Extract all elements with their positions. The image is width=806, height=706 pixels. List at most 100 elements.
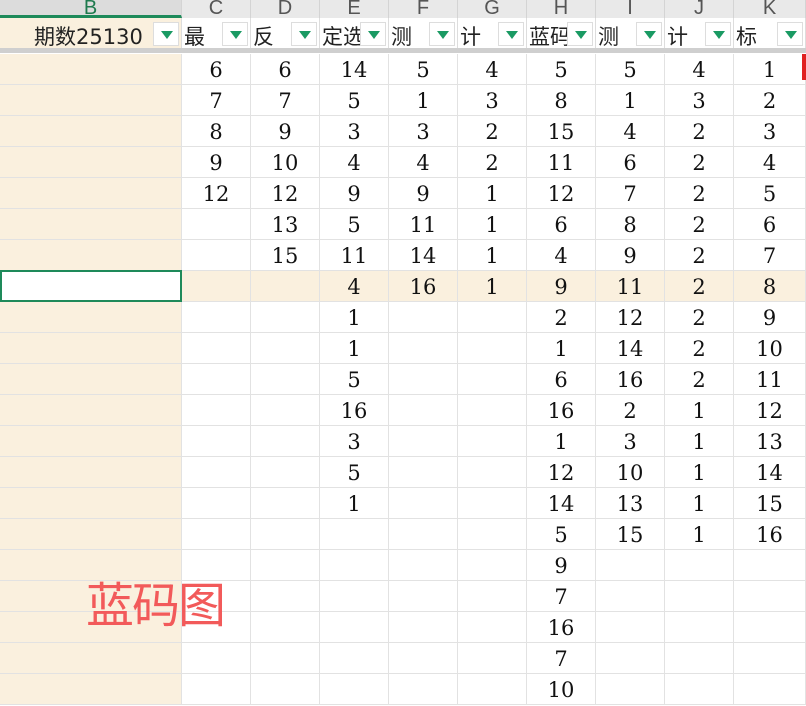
table-cell[interactable]: 1 [320, 332, 389, 364]
table-cell[interactable]: 2 [665, 270, 734, 302]
table-cell[interactable] [458, 642, 527, 674]
table-cell[interactable] [182, 208, 251, 240]
table-cell[interactable]: 1 [320, 487, 389, 519]
table-cell[interactable] [458, 394, 527, 426]
table-cell[interactable] [251, 394, 320, 426]
table-cell[interactable] [458, 301, 527, 333]
table-cell[interactable]: 10 [251, 146, 320, 178]
table-cell[interactable]: 7 [182, 84, 251, 116]
table-cell[interactable]: 5 [320, 363, 389, 395]
column-header-B[interactable]: B [0, 0, 182, 18]
table-cell[interactable]: 1 [458, 270, 527, 302]
table-cell[interactable]: 8 [596, 208, 665, 240]
table-cell[interactable]: 16 [596, 363, 665, 395]
table-cell[interactable]: 12 [182, 177, 251, 209]
table-cell[interactable] [389, 518, 458, 550]
table-cell[interactable]: 11 [527, 146, 596, 178]
table-cell[interactable]: 3 [734, 115, 806, 147]
cell-B[interactable] [0, 239, 182, 271]
table-cell[interactable] [389, 611, 458, 643]
table-cell[interactable]: 4 [389, 146, 458, 178]
table-cell[interactable]: 5 [596, 53, 665, 85]
table-cell[interactable] [734, 673, 806, 705]
table-cell[interactable] [182, 363, 251, 395]
cell-B[interactable] [0, 518, 182, 550]
table-cell[interactable]: 1 [458, 208, 527, 240]
table-cell[interactable]: 1 [458, 177, 527, 209]
cell-B[interactable] [0, 177, 182, 209]
column-header-C[interactable]: C [182, 0, 251, 18]
table-cell[interactable]: 9 [527, 549, 596, 581]
filter-dropdown-button[interactable] [498, 22, 524, 46]
table-cell[interactable]: 15 [596, 518, 665, 550]
table-cell[interactable]: 7 [527, 580, 596, 612]
table-cell[interactable] [458, 332, 527, 364]
table-cell[interactable]: 2 [665, 301, 734, 333]
table-cell[interactable] [251, 518, 320, 550]
table-cell[interactable] [182, 487, 251, 519]
table-cell[interactable]: 6 [182, 53, 251, 85]
table-cell[interactable]: 1 [665, 487, 734, 519]
table-cell[interactable]: 9 [320, 177, 389, 209]
table-cell[interactable]: 4 [458, 53, 527, 85]
table-cell[interactable] [458, 580, 527, 612]
table-cell[interactable]: 5 [527, 518, 596, 550]
table-cell[interactable] [320, 611, 389, 643]
table-cell[interactable]: 1 [665, 425, 734, 457]
table-cell[interactable]: 5 [734, 177, 806, 209]
table-cell[interactable]: 9 [182, 146, 251, 178]
table-cell[interactable] [596, 642, 665, 674]
cell-B[interactable] [0, 642, 182, 674]
table-cell[interactable] [182, 394, 251, 426]
column-header-G[interactable]: G [458, 0, 527, 18]
table-cell[interactable] [251, 487, 320, 519]
table-cell[interactable] [251, 270, 320, 302]
table-cell[interactable]: 12 [596, 301, 665, 333]
filter-dropdown-button[interactable] [636, 22, 662, 46]
table-cell[interactable]: 6 [527, 208, 596, 240]
table-cell[interactable]: 5 [389, 53, 458, 85]
cell-B[interactable] [0, 456, 182, 488]
table-cell[interactable] [596, 580, 665, 612]
table-cell[interactable] [665, 642, 734, 674]
table-cell[interactable] [596, 673, 665, 705]
table-cell[interactable]: 2 [458, 146, 527, 178]
table-cell[interactable]: 16 [527, 394, 596, 426]
cell-B[interactable] [0, 673, 182, 705]
table-cell[interactable] [182, 673, 251, 705]
table-cell[interactable]: 15 [251, 239, 320, 271]
table-cell[interactable]: 11 [320, 239, 389, 271]
cell-B[interactable] [0, 301, 182, 333]
table-cell[interactable]: 10 [596, 456, 665, 488]
table-cell[interactable] [458, 518, 527, 550]
table-cell[interactable]: 1 [458, 239, 527, 271]
table-cell[interactable]: 4 [596, 115, 665, 147]
cell-B[interactable] [0, 84, 182, 116]
filter-dropdown-button[interactable] [360, 22, 386, 46]
table-cell[interactable]: 1 [320, 301, 389, 333]
table-cell[interactable]: 1 [665, 456, 734, 488]
table-cell[interactable]: 4 [527, 239, 596, 271]
table-cell[interactable]: 4 [734, 146, 806, 178]
filter-dropdown-button[interactable] [777, 22, 803, 46]
table-cell[interactable] [182, 456, 251, 488]
table-cell[interactable] [251, 549, 320, 581]
cell-B[interactable] [0, 487, 182, 519]
filter-dropdown-button[interactable] [567, 22, 593, 46]
table-cell[interactable]: 14 [527, 487, 596, 519]
table-cell[interactable] [251, 456, 320, 488]
table-cell[interactable]: 1 [665, 518, 734, 550]
table-cell[interactable]: 6 [596, 146, 665, 178]
table-cell[interactable]: 7 [527, 642, 596, 674]
column-header-F[interactable]: F [389, 0, 458, 18]
table-cell[interactable]: 2 [665, 208, 734, 240]
table-cell[interactable]: 14 [389, 239, 458, 271]
table-cell[interactable]: 5 [320, 208, 389, 240]
table-cell[interactable] [389, 580, 458, 612]
table-cell[interactable]: 10 [734, 332, 806, 364]
table-cell[interactable] [251, 332, 320, 364]
table-cell[interactable] [458, 673, 527, 705]
table-cell[interactable]: 7 [251, 84, 320, 116]
filter-dropdown-button[interactable] [429, 22, 455, 46]
column-header-J[interactable]: J [665, 0, 734, 18]
